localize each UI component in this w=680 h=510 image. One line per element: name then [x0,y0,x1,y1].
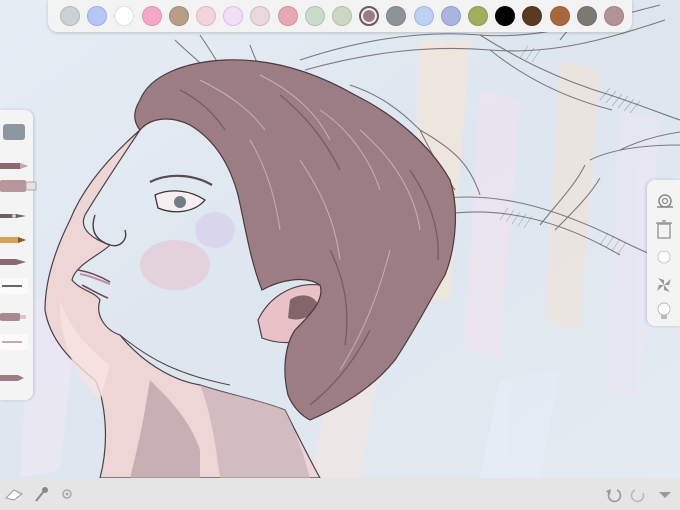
color-swatch-8[interactable] [277,6,298,26]
color-swatch-4[interactable] [168,6,189,26]
artwork [0,0,680,478]
bulb-icon[interactable] [653,300,675,322]
undo-icon[interactable] [604,485,622,503]
color-swatch-3[interactable] [141,6,162,26]
pencil-eraser-tool-icon[interactable] [0,368,28,387]
pencil-tool-icon[interactable] [0,156,30,175]
fan-icon[interactable] [653,274,675,296]
color-swatch-13[interactable] [413,6,434,26]
color-swatch-19[interactable] [576,6,597,26]
color-swatch-10[interactable] [332,6,352,26]
color-swatch-20[interactable] [604,6,624,26]
color-swatch-14[interactable] [440,6,461,26]
undo-snail-icon[interactable] [653,190,675,212]
color-swatch-18[interactable] [549,6,570,26]
fountain-pen-tool-icon[interactable] [0,206,30,225]
marker-tool-icon[interactable] [0,178,38,198]
color-swatch-16[interactable] [495,6,516,26]
color-swatch-9[interactable] [304,6,325,26]
bottom-toolbar [0,478,680,510]
brush-tool-icon[interactable] [0,253,28,272]
eraser-icon[interactable] [4,485,23,503]
redo-icon[interactable] [630,485,648,503]
drawing-canvas[interactable] [0,0,680,478]
color-palette-bar [48,0,632,32]
color-swatch-0[interactable] [60,6,80,26]
color-swatch-2[interactable] [114,6,135,26]
smudge-tool-icon[interactable] [0,334,28,350]
color-swatch-1[interactable] [87,6,108,26]
brush-size-dot-icon[interactable] [653,246,675,268]
crayon-tool-icon[interactable] [0,230,28,249]
trash-icon[interactable] [653,218,675,240]
color-swatch-17[interactable] [522,6,543,26]
settings-gear-icon[interactable] [58,485,76,503]
color-swatch-6[interactable] [223,6,244,26]
side-toolbar [647,180,680,326]
tool-toolbar [0,110,37,400]
color-swatch-15[interactable] [468,6,488,26]
color-swatch-7[interactable] [250,6,271,26]
color-swatch-12[interactable] [386,6,407,26]
airbrush-tool-icon[interactable] [0,308,28,327]
menu-dropdown-icon[interactable] [656,485,674,503]
color-swatch-11[interactable] [359,6,380,26]
color-chip-icon[interactable] [3,124,25,140]
eraser-tool-icon[interactable] [0,278,28,294]
eyedropper-icon[interactable] [32,485,50,503]
color-swatch-5[interactable] [196,6,216,26]
